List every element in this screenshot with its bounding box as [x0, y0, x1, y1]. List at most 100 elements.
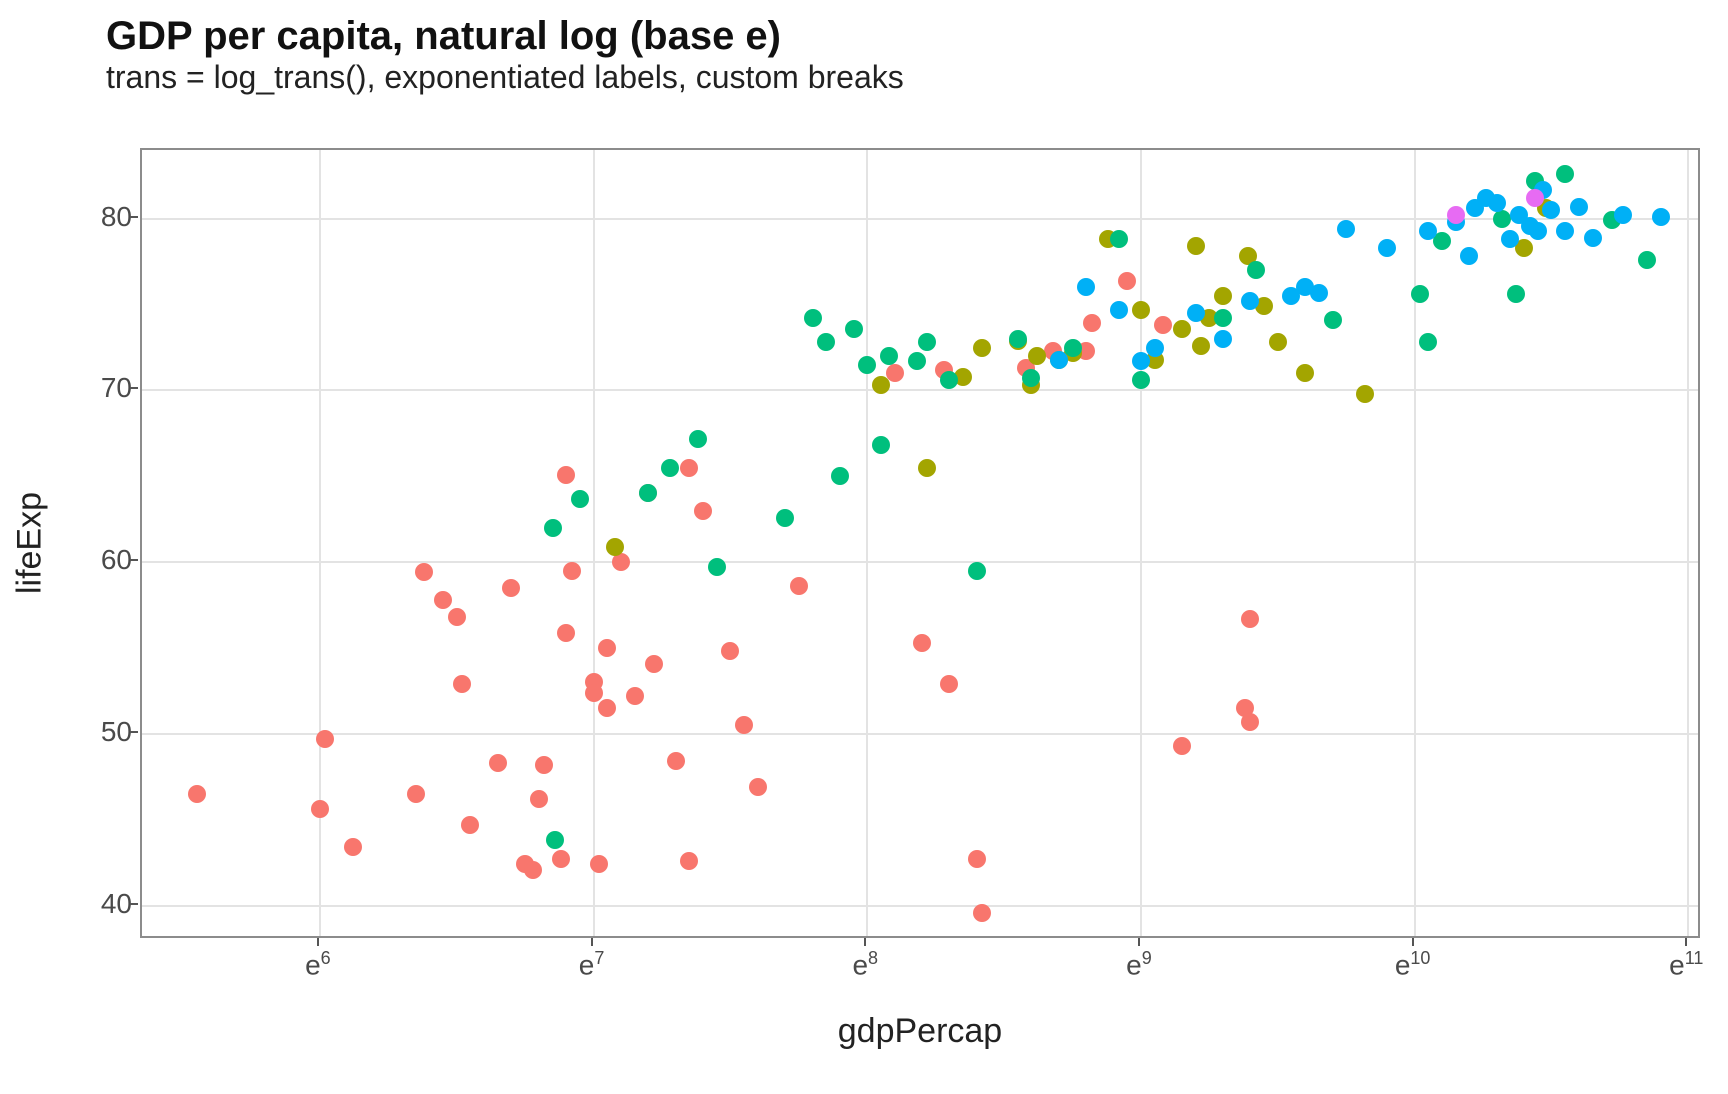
- data-point: [461, 816, 479, 834]
- data-point: [590, 855, 608, 873]
- y-tick-mark: [130, 216, 138, 218]
- data-point: [639, 484, 657, 502]
- data-point: [1214, 330, 1232, 348]
- y-tick-mark: [130, 903, 138, 905]
- grid-line-horizontal: [142, 561, 1698, 563]
- data-point: [612, 553, 630, 571]
- data-point: [735, 716, 753, 734]
- data-point: [502, 579, 520, 597]
- data-point: [530, 790, 548, 808]
- data-point: [563, 562, 581, 580]
- data-point: [1419, 333, 1437, 351]
- data-point: [1419, 222, 1437, 240]
- data-point: [546, 831, 564, 849]
- data-point: [645, 655, 663, 673]
- x-tick-mark: [591, 938, 593, 946]
- data-point: [544, 519, 562, 537]
- data-point: [940, 675, 958, 693]
- data-point: [316, 730, 334, 748]
- data-point: [1493, 210, 1511, 228]
- data-point: [1556, 222, 1574, 240]
- data-point: [968, 562, 986, 580]
- grid-line-vertical: [866, 150, 868, 936]
- data-point: [680, 459, 698, 477]
- data-point: [1324, 311, 1342, 329]
- data-point: [571, 490, 589, 508]
- data-point: [1192, 337, 1210, 355]
- data-point: [552, 850, 570, 868]
- data-point: [1110, 301, 1128, 319]
- data-point: [453, 675, 471, 693]
- grid-line-horizontal: [142, 733, 1698, 735]
- data-point: [1154, 316, 1172, 334]
- grid-line-horizontal: [142, 905, 1698, 907]
- data-point: [1110, 230, 1128, 248]
- data-point: [1269, 333, 1287, 351]
- chart-title: GDP per capita, natural log (base e): [106, 14, 904, 59]
- x-tick-label: e6: [305, 948, 331, 981]
- data-point: [1447, 206, 1465, 224]
- data-point: [1507, 285, 1525, 303]
- x-tick-label: e7: [579, 948, 605, 981]
- data-point: [1542, 201, 1560, 219]
- data-point: [1214, 309, 1232, 327]
- y-tick-mark: [130, 731, 138, 733]
- data-point: [694, 502, 712, 520]
- data-point: [661, 459, 679, 477]
- grid-line-vertical: [1687, 150, 1689, 936]
- data-point: [872, 436, 890, 454]
- data-point: [908, 352, 926, 370]
- y-tick-label: 50: [101, 716, 132, 748]
- y-tick-label: 60: [101, 544, 132, 576]
- data-point: [749, 778, 767, 796]
- data-point: [1411, 285, 1429, 303]
- data-point: [344, 838, 362, 856]
- data-point: [708, 558, 726, 576]
- grid-line-horizontal: [142, 218, 1698, 220]
- data-point: [311, 800, 329, 818]
- data-point: [776, 509, 794, 527]
- data-point: [680, 852, 698, 870]
- x-tick-mark: [864, 938, 866, 946]
- grid-line-vertical: [593, 150, 595, 936]
- data-point: [1501, 230, 1519, 248]
- data-point: [913, 634, 931, 652]
- data-point: [858, 356, 876, 374]
- y-tick-label: 80: [101, 201, 132, 233]
- data-point: [1310, 284, 1328, 302]
- data-point: [1488, 194, 1506, 212]
- data-point: [1460, 247, 1478, 265]
- data-point: [1187, 304, 1205, 322]
- x-tick-mark: [317, 938, 319, 946]
- data-point: [1028, 347, 1046, 365]
- data-point: [1173, 320, 1191, 338]
- data-point: [524, 861, 542, 879]
- data-point: [1241, 610, 1259, 628]
- data-point: [1247, 261, 1265, 279]
- grid-line-vertical: [1140, 150, 1142, 936]
- data-point: [1022, 369, 1040, 387]
- x-tick-label: e9: [1126, 948, 1152, 981]
- data-point: [557, 624, 575, 642]
- data-point: [585, 684, 603, 702]
- data-point: [598, 699, 616, 717]
- data-point: [535, 756, 553, 774]
- data-point: [1050, 351, 1068, 369]
- data-point: [667, 752, 685, 770]
- chart-container: GDP per capita, natural log (base e) tra…: [0, 0, 1728, 1094]
- x-tick-label: e10: [1395, 948, 1431, 981]
- data-point: [448, 608, 466, 626]
- y-axis-title: lifeExp: [11, 492, 50, 594]
- data-point: [1556, 165, 1574, 183]
- x-tick-label: e11: [1669, 948, 1703, 981]
- data-point: [968, 850, 986, 868]
- data-point: [626, 687, 644, 705]
- y-tick-label: 40: [101, 888, 132, 920]
- data-point: [606, 538, 624, 556]
- data-point: [1241, 292, 1259, 310]
- data-point: [689, 430, 707, 448]
- data-point: [1529, 222, 1547, 240]
- data-point: [1337, 220, 1355, 238]
- data-point: [1173, 737, 1191, 755]
- data-point: [1378, 239, 1396, 257]
